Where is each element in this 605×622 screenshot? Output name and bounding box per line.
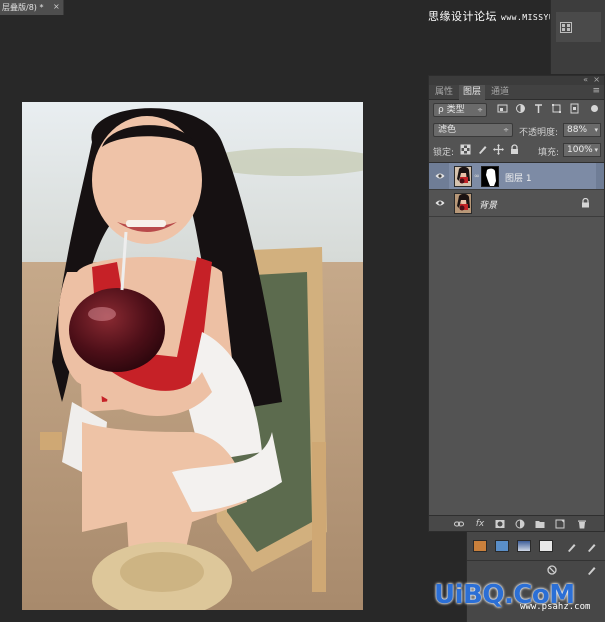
photoshop-workspace: 层叠版/8) * × 思缘设计论坛 www.MISSYUAN.com « × 属… bbox=[0, 0, 605, 622]
opacity-input[interactable]: 88% ▾ bbox=[563, 123, 601, 137]
layer-1-name[interactable]: 图层 1 bbox=[505, 171, 532, 184]
filter-smart-object-icon[interactable] bbox=[569, 103, 580, 114]
layer-1-thumbnail bbox=[454, 166, 472, 187]
layers-panel-footer: fx bbox=[429, 515, 604, 531]
document-tab-title: 层叠版/8) * bbox=[2, 3, 44, 12]
lock-pixels-brush-icon[interactable] bbox=[477, 144, 488, 155]
dropdown-arrow-icon: ÷ bbox=[477, 106, 483, 114]
layers-panel: « × 属性 图层 通道 ≡ ρ 类型 ÷ 滤色 ÷ 不透明度: 88% ▾ 锁… bbox=[428, 75, 605, 532]
filter-toggle-icon[interactable] bbox=[589, 103, 600, 114]
layer-kind-filter[interactable]: ρ 类型 ÷ bbox=[433, 103, 487, 117]
collapse-panel-icon[interactable]: « bbox=[583, 75, 588, 84]
lock-row: 锁定: 填充: 100% ▾ bbox=[429, 141, 604, 160]
mini-dock-panel bbox=[550, 0, 605, 74]
trash-icon[interactable] bbox=[577, 519, 587, 529]
link-layers-icon[interactable] bbox=[454, 519, 464, 529]
tab-layers[interactable]: 图层 bbox=[459, 85, 486, 100]
background-layer-name[interactable]: 背景 bbox=[479, 198, 497, 211]
chevron-down-icon: ▾ bbox=[594, 126, 598, 134]
fill-input[interactable]: 100% ▾ bbox=[563, 143, 601, 157]
layer-mask-link-icon[interactable]: ∞ bbox=[474, 172, 480, 180]
lock-icon bbox=[582, 198, 589, 208]
eye-visibility-icon[interactable] bbox=[435, 172, 445, 180]
style-swatch-1[interactable] bbox=[473, 540, 487, 552]
layer-row-layer-1[interactable]: ∞ 图层 1 bbox=[429, 163, 604, 190]
new-layer-icon[interactable] bbox=[555, 519, 565, 529]
group-folder-icon[interactable] bbox=[535, 519, 545, 529]
adjustment-layer-icon[interactable] bbox=[515, 519, 525, 529]
document-tab[interactable]: 层叠版/8) * × bbox=[0, 0, 64, 15]
eye-visibility-icon[interactable] bbox=[435, 199, 445, 207]
fill-label: 填充: bbox=[538, 148, 560, 158]
blend-row: 滤色 ÷ 不透明度: 88% ▾ bbox=[429, 121, 604, 140]
lock-all-icon[interactable] bbox=[509, 144, 520, 155]
portrait-photo bbox=[22, 102, 363, 610]
background-layer-thumbnail bbox=[454, 193, 472, 214]
sub-panel-divider bbox=[467, 560, 605, 561]
style-swatch-3[interactable] bbox=[517, 540, 531, 552]
fx-icon[interactable]: fx bbox=[475, 519, 485, 529]
chevron-down-icon: ▾ bbox=[594, 146, 598, 154]
layer-1-mask-thumbnail[interactable] bbox=[481, 166, 499, 187]
opacity-value: 88% bbox=[567, 125, 588, 135]
filter-adjustment-icon[interactable] bbox=[515, 103, 526, 114]
tab-properties[interactable]: 属性 bbox=[431, 85, 457, 100]
layer-filter-row: ρ 类型 ÷ bbox=[429, 100, 604, 119]
uibq-watermark-url: www.psahz.com bbox=[520, 602, 591, 612]
layer-row-background[interactable]: 背景 bbox=[429, 190, 604, 217]
add-mask-icon[interactable] bbox=[495, 519, 505, 529]
tab-channels[interactable]: 通道 bbox=[487, 85, 513, 100]
opacity-label: 不透明度: bbox=[519, 128, 559, 138]
filter-type-icon[interactable] bbox=[533, 103, 544, 114]
brush-icon[interactable] bbox=[587, 542, 597, 552]
lock-position-move-icon[interactable] bbox=[493, 144, 504, 155]
panel-menu-icon[interactable]: ≡ bbox=[592, 86, 600, 96]
fill-value: 100% bbox=[567, 145, 593, 155]
style-swatch-2[interactable] bbox=[495, 540, 509, 552]
canvas-photo[interactable] bbox=[22, 102, 363, 610]
filter-shape-icon[interactable] bbox=[551, 103, 562, 114]
layer-kind-filter-label: ρ 类型 bbox=[438, 105, 465, 115]
lock-label: 锁定: bbox=[433, 148, 455, 158]
document-tab-close-icon[interactable]: × bbox=[53, 2, 60, 11]
layers-list: ∞ 图层 1 背景 bbox=[429, 162, 604, 517]
blend-mode-value: 滤色 bbox=[438, 125, 457, 135]
panel-tabs: 属性 图层 通道 ≡ bbox=[429, 85, 604, 100]
panel-title-bar: « × bbox=[429, 75, 604, 85]
dropdown-arrow-icon: ÷ bbox=[503, 126, 509, 134]
style-swatch-4[interactable] bbox=[539, 540, 553, 552]
brush-icon[interactable] bbox=[567, 542, 577, 552]
grid-icon[interactable] bbox=[560, 22, 572, 33]
close-panel-icon[interactable]: × bbox=[593, 75, 600, 84]
lock-transparent-icon[interactable] bbox=[460, 144, 471, 155]
filter-pixel-icon[interactable] bbox=[497, 103, 508, 114]
site-watermark-name: 思缘设计论坛 bbox=[428, 10, 497, 23]
blend-mode-select[interactable]: 滤色 ÷ bbox=[433, 123, 513, 137]
brush-icon[interactable] bbox=[587, 565, 597, 575]
no-entry-icon[interactable] bbox=[547, 565, 557, 575]
